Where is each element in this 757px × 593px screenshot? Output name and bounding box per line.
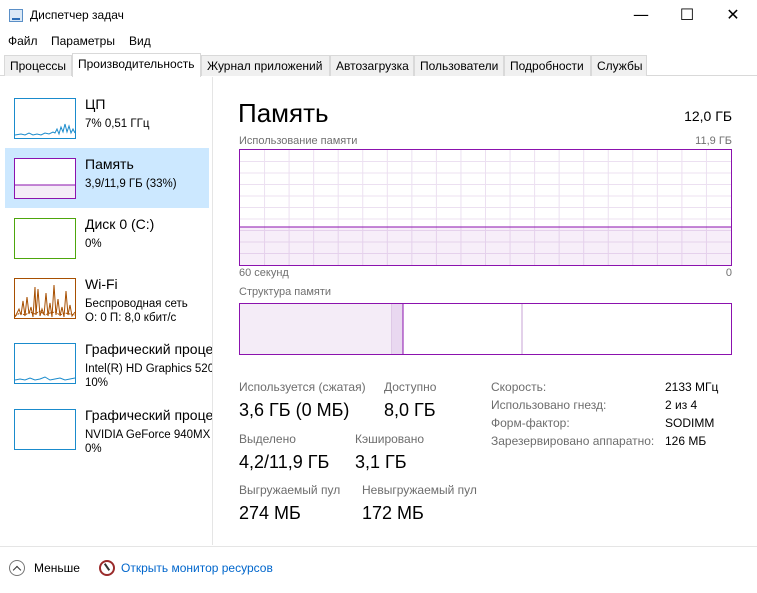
task-manager-icon xyxy=(9,9,23,22)
cached-value: 3,1 ГБ xyxy=(355,452,407,472)
structure-modified-segment xyxy=(392,304,403,354)
cpu-thumbnail-graph xyxy=(14,98,76,139)
committed-value: 4,2/11,9 ГБ xyxy=(239,452,330,472)
tab-app-history[interactable]: Журнал приложений xyxy=(201,55,330,76)
form-factor-label: Форм-фактор: xyxy=(491,416,570,430)
resource-monitor-icon xyxy=(99,560,115,576)
resource-name: Wi-Fi xyxy=(85,276,118,292)
resource-detail: 0% xyxy=(85,238,102,250)
resource-detail: NVIDIA GeForce 940MX xyxy=(85,429,211,441)
usage-graph-label: Использование памяти xyxy=(239,135,358,147)
resource-detail-secondary: 0% xyxy=(85,443,102,455)
slots-value: 2 из 4 xyxy=(665,398,698,412)
menu-file[interactable]: Файл xyxy=(8,34,38,48)
gpu1-thumbnail-graph xyxy=(14,409,76,450)
memory-structure-graph xyxy=(239,303,732,355)
cached-label: Кэшировано xyxy=(355,432,425,446)
available-label: Доступно xyxy=(384,380,437,394)
tab-users[interactable]: Пользователи xyxy=(414,55,504,76)
form-factor-value: SODIMM xyxy=(665,416,715,430)
resource-item-memory[interactable]: Память 3,9/11,9 ГБ (33%) xyxy=(5,148,209,208)
structure-graph-label: Структура памяти xyxy=(239,286,332,298)
speed-value: 2133 МГц xyxy=(665,380,719,394)
graph-time-end: 0 xyxy=(725,267,732,279)
tab-processes[interactable]: Процессы xyxy=(4,55,72,76)
memory-thumbnail-graph xyxy=(14,158,76,199)
resource-name: Графический процессор 1 xyxy=(85,407,213,423)
nonpaged-pool-label: Невыгружаемый пул xyxy=(362,483,477,497)
memory-total: 12,0 ГБ xyxy=(684,108,732,124)
in-use-value: 3,6 ГБ (0 МБ) xyxy=(239,400,350,420)
tab-services[interactable]: Службы xyxy=(591,55,647,76)
tab-startup[interactable]: Автозагрузка xyxy=(330,55,414,76)
minimize-button[interactable]: — xyxy=(618,0,664,31)
fewer-details-button[interactable]: Меньше xyxy=(34,561,80,575)
menu-bar: Файл Параметры Вид xyxy=(0,31,757,52)
window-title: Диспетчер задач xyxy=(30,8,124,22)
hardware-reserved-label: Зарезервировано аппаратно: xyxy=(491,434,655,448)
resource-detail: 3,9/11,9 ГБ (33%) xyxy=(85,178,177,190)
hardware-reserved-value: 126 МБ xyxy=(665,434,707,448)
committed-label: Выделено xyxy=(239,432,296,446)
resource-name: Память xyxy=(85,156,134,172)
resource-item-cpu[interactable]: ЦП 7% 0,51 ГГц xyxy=(5,88,209,148)
resource-item-gpu0[interactable]: Графический процессор 0 Intel(R) HD Grap… xyxy=(5,333,212,393)
title-bar[interactable]: Диспетчер задач — ☐ ✕ xyxy=(0,0,757,31)
memory-usage-graph xyxy=(239,149,732,266)
footer-bar: Меньше Открыть монитор ресурсов xyxy=(0,546,757,593)
tab-bar: Процессы Производительность Журнал прило… xyxy=(0,53,757,77)
graph-time-label: 60 секунд xyxy=(239,267,289,279)
resource-detail-secondary: О: 0 П: 8,0 кбит/с xyxy=(85,312,177,324)
maximize-button[interactable]: ☐ xyxy=(664,0,710,31)
paged-pool-value: 274 МБ xyxy=(239,503,301,523)
resource-item-wifi[interactable]: Wi-Fi Беспроводная сеть О: 0 П: 8,0 кбит… xyxy=(5,268,209,328)
menu-view[interactable]: Вид xyxy=(129,34,151,48)
close-button[interactable]: ✕ xyxy=(710,0,756,31)
resource-name: Графический процессор 0 xyxy=(85,341,213,357)
resource-detail-secondary: 10% xyxy=(85,377,109,389)
resource-name: ЦП xyxy=(85,96,106,112)
gpu0-thumbnail-graph xyxy=(14,343,76,384)
speed-label: Скорость: xyxy=(491,380,547,394)
resource-item-disk[interactable]: Диск 0 (C:) 0% xyxy=(5,208,209,268)
resource-list: ЦП 7% 0,51 ГГц Память 3,9/11,9 ГБ (33%) … xyxy=(0,77,213,545)
resource-detail: 7% 0,51 ГГц xyxy=(85,118,150,130)
wifi-thumbnail-graph xyxy=(14,278,76,319)
available-value: 8,0 ГБ xyxy=(384,400,436,420)
structure-in-use-segment xyxy=(240,304,392,354)
paged-pool-label: Выгружаемый пул xyxy=(239,483,341,497)
nonpaged-pool-value: 172 МБ xyxy=(362,503,424,523)
tab-details[interactable]: Подробности xyxy=(504,55,591,76)
resource-detail: Intel(R) HD Graphics 520 xyxy=(85,363,213,375)
resource-name: Диск 0 (C:) xyxy=(85,216,155,232)
tab-performance[interactable]: Производительность xyxy=(72,53,201,77)
resource-detail: Беспроводная сеть xyxy=(85,298,188,310)
usage-graph-max: 11,9 ГБ xyxy=(695,135,732,147)
usage-area xyxy=(240,227,731,265)
menu-options[interactable]: Параметры xyxy=(51,34,115,48)
disk-thumbnail-graph xyxy=(14,218,76,259)
memory-detail-panel: Память 12,0 ГБ Использование памяти 11,9… xyxy=(214,77,757,545)
page-title: Память xyxy=(238,98,329,128)
resource-item-gpu1[interactable]: Графический процессор 1 NVIDIA GeForce 9… xyxy=(5,399,212,459)
open-resource-monitor-link[interactable]: Открыть монитор ресурсов xyxy=(121,561,273,575)
slots-label: Использовано гнезд: xyxy=(491,398,607,412)
collapse-up-icon[interactable] xyxy=(9,560,25,576)
in-use-label: Используется (сжатая) xyxy=(239,380,366,394)
